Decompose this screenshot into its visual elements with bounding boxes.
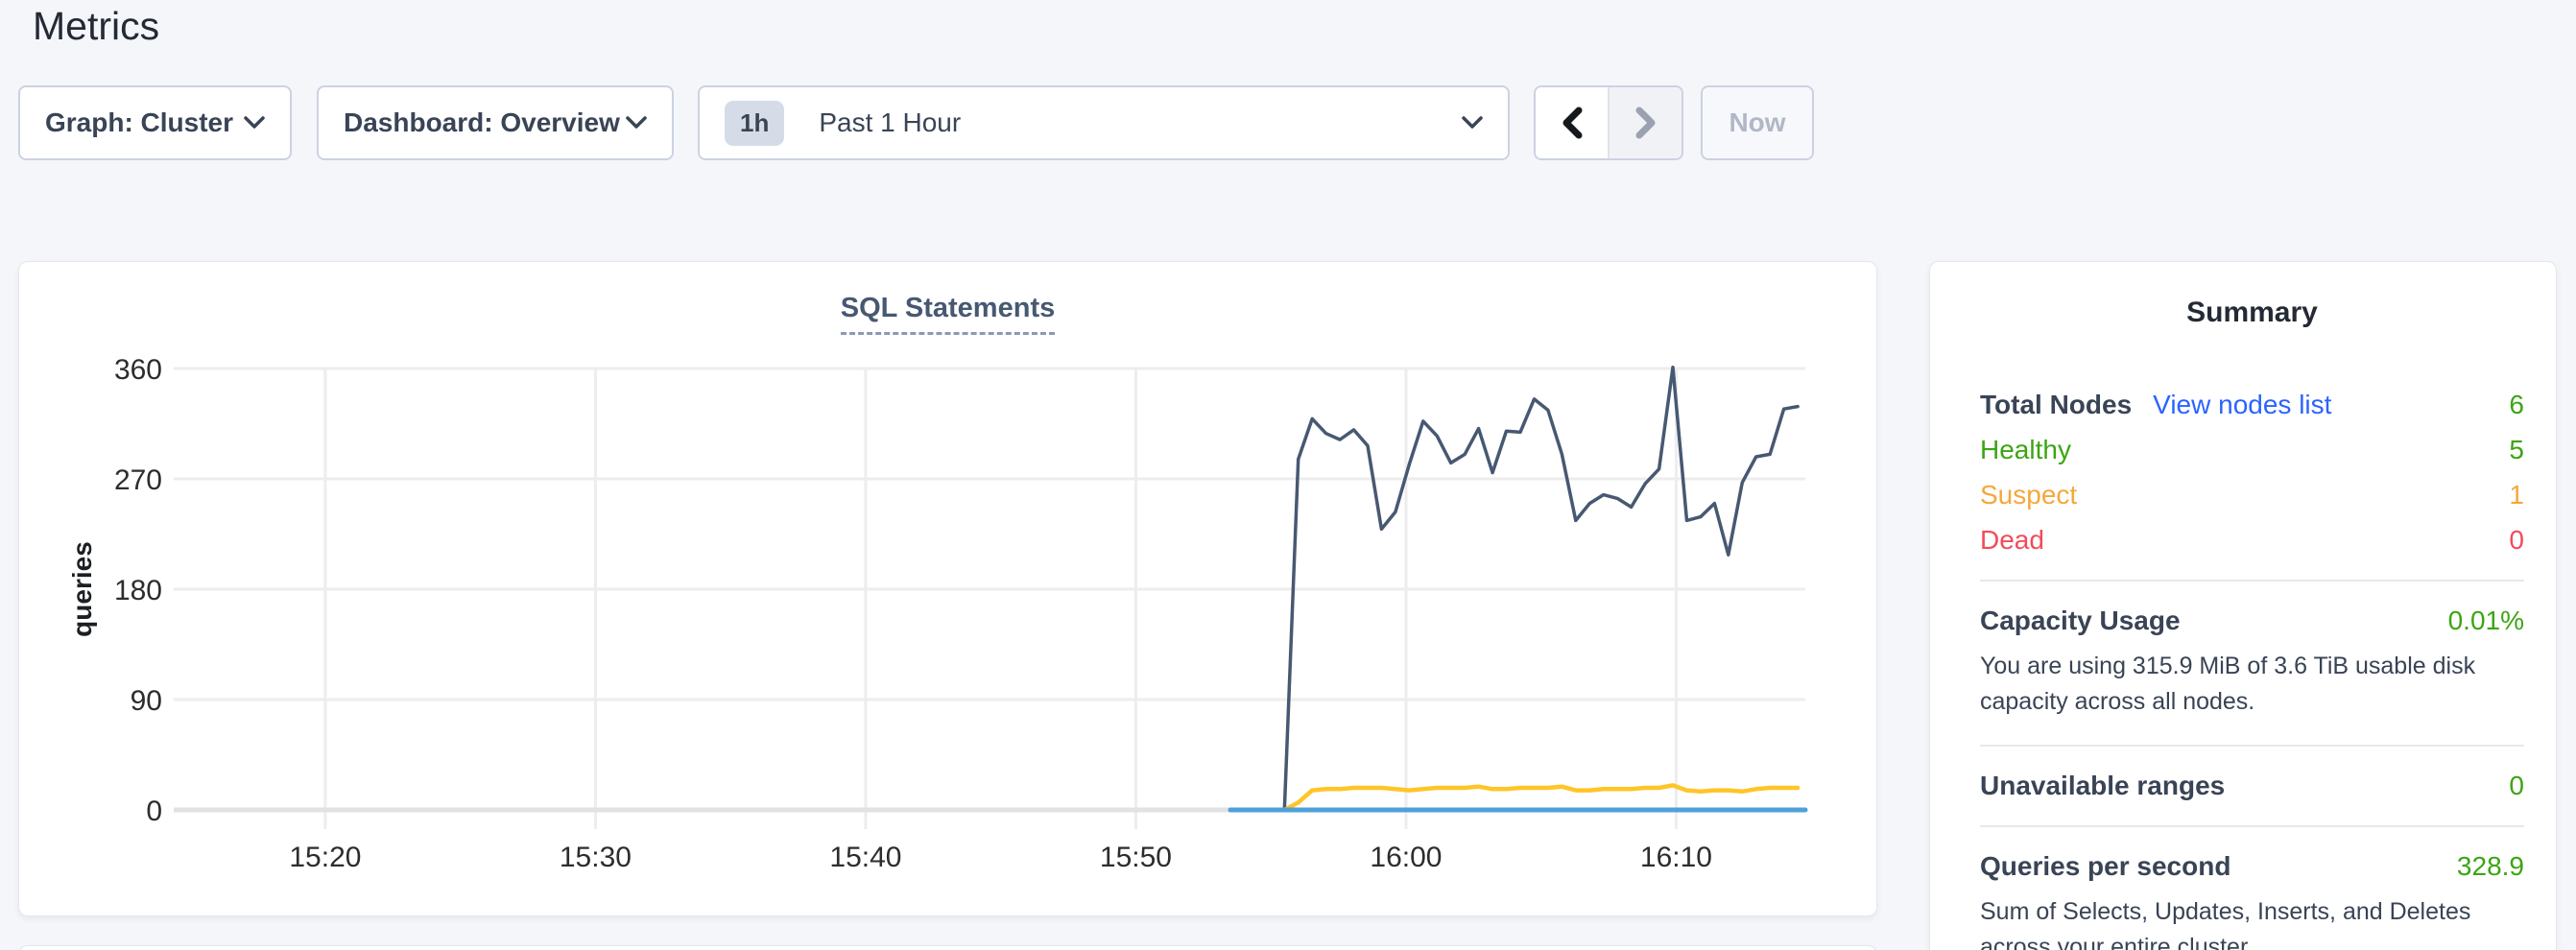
queries-per-second-value: 328.9: [2457, 852, 2524, 881]
unavailable-ranges-label: Unavailable ranges: [1980, 772, 2225, 800]
dead-nodes-row: Dead 0: [1980, 526, 2524, 555]
next-chart-card: [18, 945, 1877, 950]
summary-panel: Summary Total Nodes View nodes list 6 He…: [1929, 261, 2557, 950]
dashboard-dropdown-label: Dashboard: Overview: [344, 107, 620, 138]
chevron-left-icon: [1562, 107, 1583, 139]
queries-per-second-description: Sum of Selects, Updates, Inserts, and De…: [1980, 894, 2524, 950]
dashboard-dropdown[interactable]: Dashboard: Overview: [317, 85, 674, 160]
x-tick-label: 16:10: [1640, 842, 1712, 873]
sql-statements-chart[interactable]: 15:20 15:30 15:40 15:50 16:00 16:10 0 90 180 270 3…: [19, 262, 1878, 917]
chevron-down-icon: [244, 116, 265, 130]
divider: [1980, 580, 2524, 582]
page-title: Metrics: [33, 4, 159, 49]
capacity-usage-row: Capacity Usage 0.01%: [1980, 606, 2524, 635]
suspect-nodes-row: Suspect 1: [1980, 481, 2524, 510]
unavailable-ranges-row: Unavailable ranges 0: [1980, 772, 2524, 800]
controls-bar: Graph: Cluster Dashboard: Overview 1h Pa…: [18, 85, 1814, 160]
divider: [1980, 825, 2524, 827]
total-nodes-label: Total Nodes: [1980, 391, 2132, 419]
summary-title: Summary: [1980, 297, 2524, 329]
total-nodes-value: 6: [2509, 391, 2524, 419]
y-axis-title: queries: [67, 541, 97, 637]
x-tick-label: 16:00: [1370, 842, 1442, 873]
dead-label: Dead: [1980, 526, 2044, 555]
y-tick-label: 90: [131, 685, 162, 717]
time-range-label: Past 1 Hour: [819, 107, 1462, 138]
suspect-label: Suspect: [1980, 481, 2077, 510]
divider: [1980, 745, 2524, 747]
graph-dropdown[interactable]: Graph: Cluster: [18, 85, 292, 160]
y-tick-label: 270: [114, 464, 162, 496]
time-step-back-button[interactable]: [1536, 87, 1610, 158]
view-nodes-list-link[interactable]: View nodes list: [2153, 391, 2331, 419]
time-step-forward-button[interactable]: [1610, 87, 1682, 158]
chevron-down-icon: [626, 116, 647, 130]
chevron-down-icon: [1462, 116, 1483, 130]
queries-per-second-label: Queries per second: [1980, 852, 2230, 881]
y-tick-label: 360: [114, 354, 162, 386]
x-tick-label: 15:30: [560, 842, 632, 873]
x-tick-label: 15:40: [829, 842, 901, 873]
series-line-yellow: [1284, 785, 1798, 810]
dead-value: 0: [2509, 526, 2524, 555]
x-tick-label: 15:20: [289, 842, 361, 873]
graph-dropdown-label: Graph: Cluster: [45, 107, 233, 138]
time-step-buttons: [1534, 85, 1683, 160]
time-range-selector[interactable]: 1h Past 1 Hour: [698, 85, 1510, 160]
sql-statements-chart-card: SQL Statements 15:2015:3015:4015:5016:00…: [18, 261, 1877, 916]
suspect-value: 1: [2509, 481, 2524, 510]
capacity-usage-description: You are using 315.9 MiB of 3.6 TiB usabl…: [1980, 649, 2524, 720]
unavailable-ranges-value: 0: [2509, 772, 2524, 800]
x-tick-label: 15:50: [1100, 842, 1172, 873]
healthy-value: 5: [2509, 436, 2524, 464]
healthy-nodes-row: Healthy 5: [1980, 436, 2524, 464]
total-nodes-row: Total Nodes View nodes list 6: [1980, 391, 2524, 419]
y-tick-label: 0: [146, 796, 162, 827]
capacity-usage-value: 0.01%: [2448, 606, 2524, 635]
y-tick-label: 180: [114, 575, 162, 606]
capacity-usage-label: Capacity Usage: [1980, 606, 2181, 635]
time-range-badge: 1h: [725, 101, 784, 146]
chevron-right-icon: [1635, 107, 1657, 139]
queries-per-second-row: Queries per second 328.9: [1980, 852, 2524, 881]
healthy-label: Healthy: [1980, 436, 2071, 464]
now-button[interactable]: Now: [1701, 85, 1814, 160]
